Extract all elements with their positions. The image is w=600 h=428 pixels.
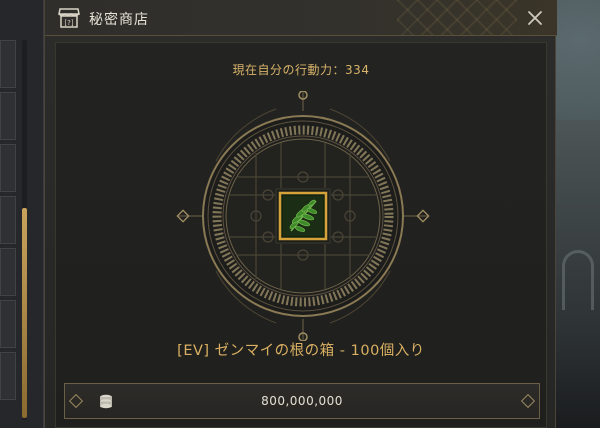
inventory-slot[interactable]: [0, 300, 16, 348]
inventory-slot[interactable]: [0, 92, 16, 140]
inventory-slot[interactable]: [0, 144, 16, 192]
title-bar[interactable]: [?] 秘密商店: [45, 0, 557, 36]
close-button[interactable]: [525, 8, 545, 28]
shop-content: 現在自分の行動力：334 [EV] ゼンマイの根の箱 - 100個入り 800,…: [55, 42, 547, 428]
svg-text:[?]: [?]: [64, 19, 73, 27]
close-icon: [528, 11, 542, 25]
price-bar: 800,000,000: [64, 383, 540, 419]
item-medallion: [176, 90, 430, 342]
action-power-text: 現在自分の行動力：334: [232, 63, 370, 77]
item-name: [EV] ゼンマイの根の箱 - 100個入り: [177, 343, 425, 359]
inventory-slot[interactable]: [0, 248, 16, 296]
price-value: 800,000,000: [261, 394, 343, 408]
shop-icon: [?]: [57, 6, 81, 30]
left-inventory-panel: [0, 0, 44, 428]
inventory-slot[interactable]: [0, 40, 16, 88]
fern-leaf-icon: [278, 191, 328, 241]
scrollbar-thumb[interactable]: [22, 208, 27, 418]
inventory-slot[interactable]: [0, 352, 16, 400]
background-arch: [562, 250, 594, 310]
secret-shop-dialog: [?] 秘密商店 現在自分の行動力：334 [EV] ゼンマイの根の箱 - 10…: [44, 0, 557, 428]
inventory-slot[interactable]: [0, 196, 16, 244]
title-decoration: [397, 0, 517, 35]
action-power-label: 現在自分の行動力：334: [56, 61, 546, 78]
window-title: 秘密商店: [89, 12, 149, 28]
